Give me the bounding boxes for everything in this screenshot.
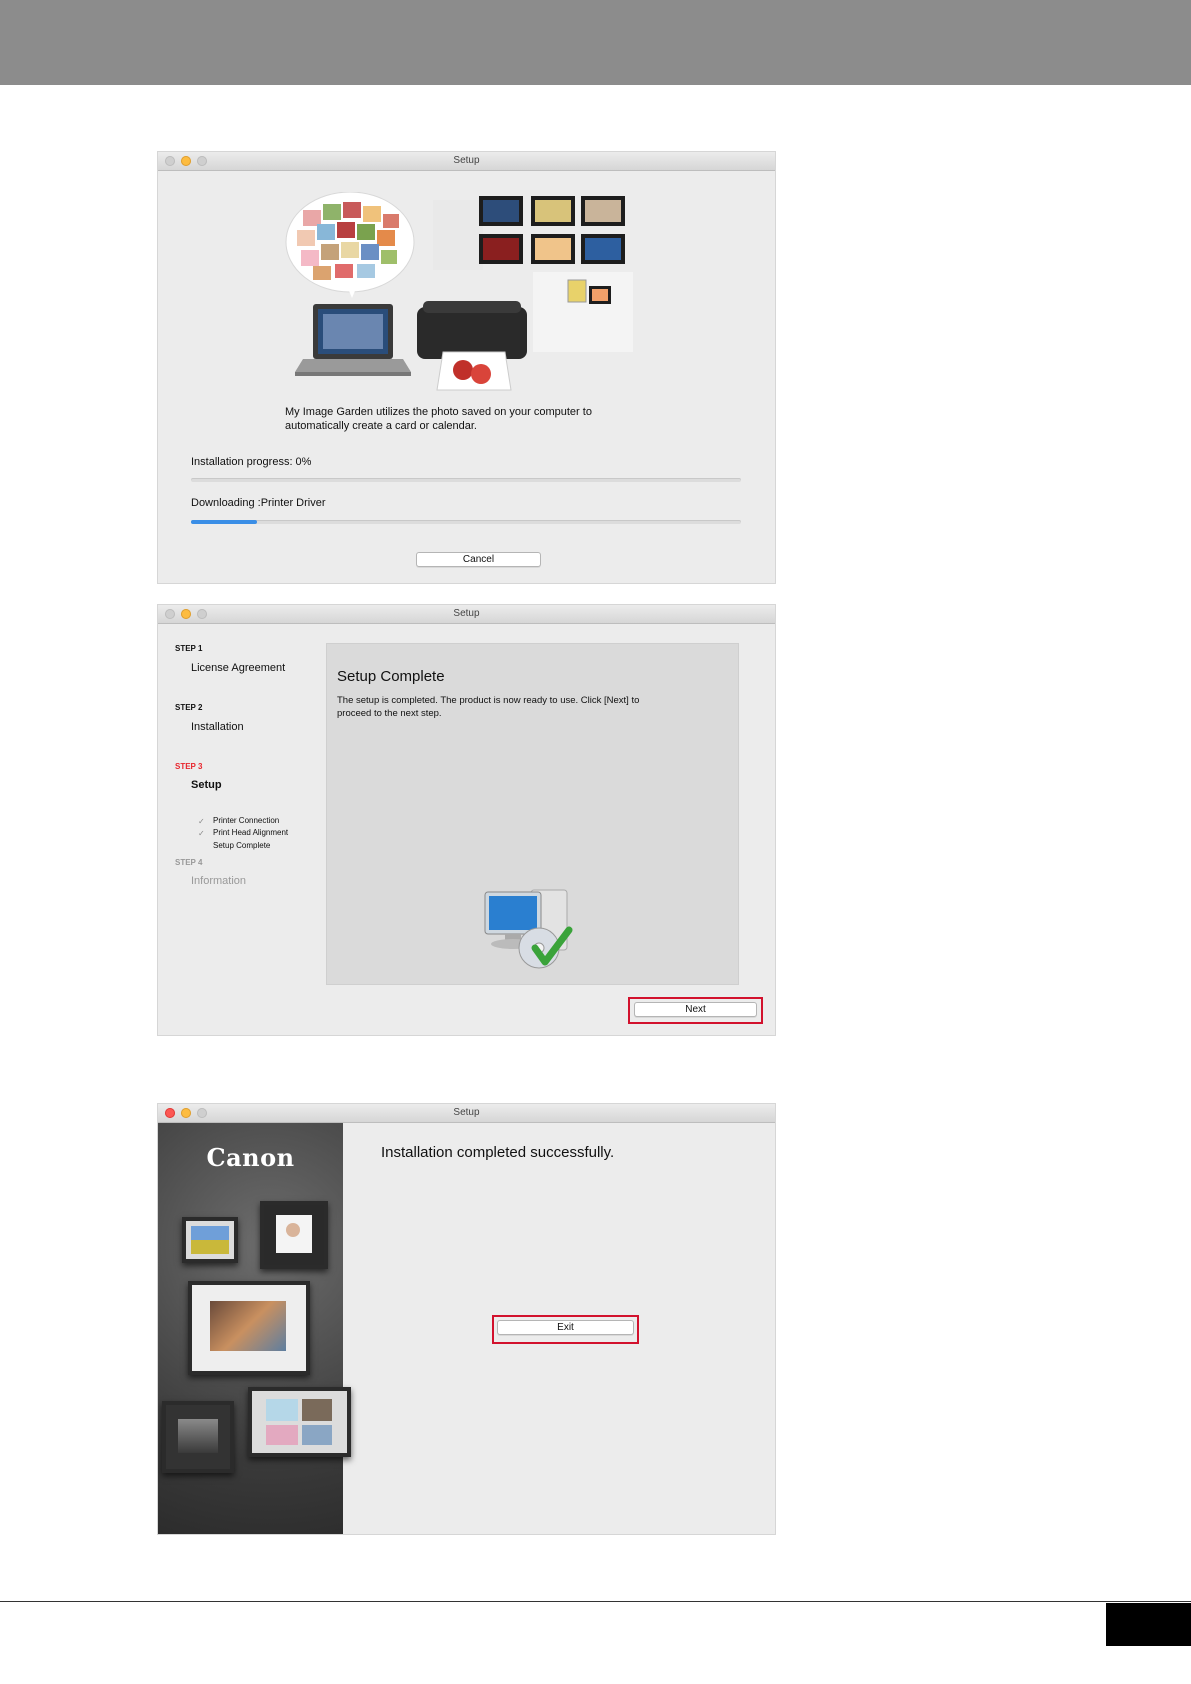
- setup-window-complete: Setup STEP 1 License Agreement STEP 2 In…: [158, 605, 775, 1035]
- exit-button[interactable]: Exit: [497, 1320, 634, 1335]
- my-image-garden-illustration: [285, 192, 633, 391]
- download-progress-bar: [191, 520, 741, 524]
- check-icon: ✓: [198, 817, 205, 826]
- panel-description-line-2: proceed to the next step.: [337, 708, 442, 719]
- canon-logo: Canon: [206, 1143, 295, 1172]
- step-1-title: License Agreement: [191, 662, 286, 674]
- step-4-title: Information: [191, 875, 247, 887]
- step-4-header: STEP 4: [175, 858, 203, 867]
- title-bar[interactable]: Setup: [158, 152, 775, 171]
- photo-frame: [260, 1201, 328, 1269]
- step-1-header: STEP 1: [175, 644, 203, 653]
- window-title: Setup: [453, 155, 480, 166]
- panel-description: The setup is completed. The product is n…: [337, 694, 639, 720]
- setup-window-finished: Setup Canon Installation completed succe…: [158, 1104, 775, 1534]
- photo-frame: [188, 1281, 310, 1375]
- installation-progress-label: Installation progress: 0%: [191, 456, 312, 468]
- substep-print-head-alignment: Print Head Alignment: [213, 828, 289, 837]
- panel-description-line-1: The setup is completed. The product is n…: [337, 695, 640, 706]
- completion-message: Installation completed successfully.: [381, 1144, 615, 1161]
- computer-disc-check-icon: [484, 889, 573, 969]
- next-button[interactable]: Next: [634, 1002, 757, 1017]
- substep-setup-complete: Setup Complete: [213, 841, 271, 850]
- footer-rule: [0, 1601, 1191, 1602]
- canon-side-artwork: Canon: [158, 1123, 351, 1534]
- check-icon: ✓: [198, 829, 205, 838]
- substep-printer-connection: Printer Connection: [213, 816, 280, 825]
- photo-frame: [248, 1387, 351, 1457]
- step-2-header: STEP 2: [175, 703, 203, 712]
- panel-title: Setup Complete: [337, 668, 445, 685]
- download-progress-fill: [191, 520, 257, 524]
- step-3-header: STEP 3: [175, 762, 203, 771]
- window-title: Setup: [453, 1107, 480, 1118]
- title-bar[interactable]: Setup: [158, 1104, 775, 1123]
- installation-progress-bar: [191, 478, 741, 482]
- caption-line-1: My Image Garden utilizes the photo saved…: [285, 406, 592, 418]
- page-number-tab: [1106, 1603, 1191, 1646]
- top-band: [0, 0, 1191, 85]
- setup-window-downloading: Setup My Image Garden utilizes the photo…: [158, 152, 775, 583]
- cancel-button[interactable]: Cancel: [416, 552, 541, 567]
- step-2-title: Installation: [191, 721, 244, 733]
- photo-frame: [162, 1401, 234, 1473]
- title-bar[interactable]: Setup: [158, 605, 775, 624]
- window-title: Setup: [453, 608, 480, 619]
- feature-caption: My Image Garden utilizes the photo saved…: [285, 405, 592, 433]
- step-3-title: Setup: [191, 779, 222, 791]
- photo-frame: [182, 1217, 238, 1263]
- caption-line-2: automatically create a card or calendar.: [285, 420, 477, 432]
- content-panel: Setup Complete The setup is completed. T…: [326, 643, 739, 985]
- downloading-label: Downloading :Printer Driver: [191, 497, 326, 509]
